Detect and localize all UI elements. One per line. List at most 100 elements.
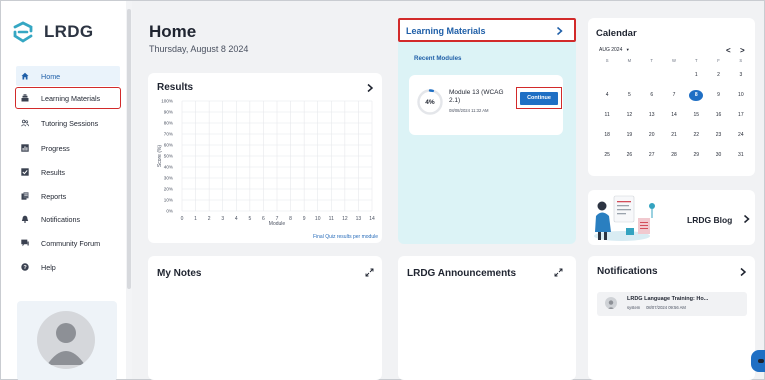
- caret-down-icon: ▼: [625, 47, 630, 52]
- calendar-day[interactable]: 26: [618, 145, 640, 165]
- page-date: Thursday, August 8 2024: [149, 44, 249, 54]
- book-stack-icon: [21, 94, 29, 102]
- calendar-day[interactable]: 23: [707, 125, 729, 145]
- sidebar-item-label: Community Forum: [41, 238, 101, 248]
- calendar-day[interactable]: 30: [707, 145, 729, 165]
- chat-widget-button[interactable]: [751, 350, 765, 372]
- notification-title: LRDG Language Training: Ho...: [627, 296, 709, 302]
- y-tick-label: 30%: [164, 176, 173, 181]
- sidebar-item-label: Progress: [41, 143, 70, 153]
- expand-icon[interactable]: [554, 268, 563, 277]
- calendar-day[interactable]: 9: [707, 85, 729, 105]
- continue-button[interactable]: Continue: [520, 91, 558, 105]
- x-tick-label: 3: [221, 216, 224, 222]
- calendar-day[interactable]: 31: [730, 145, 752, 165]
- calendar-day[interactable]: 16: [707, 105, 729, 125]
- calendar-day[interactable]: 6: [641, 85, 663, 105]
- avatar[interactable]: [37, 311, 95, 369]
- weekday-row: SMTWTFS: [596, 56, 752, 65]
- scrollbar-thumb[interactable]: [127, 9, 131, 289]
- notification-meta: system 08/07/2024 09:56 AM: [627, 305, 686, 310]
- calendar-day[interactable]: 21: [663, 125, 685, 145]
- announcements-title: LRDG Announcements: [407, 268, 517, 279]
- logo-text: LRDG: [44, 22, 94, 41]
- sidebar-item-progress[interactable]: Progress: [16, 138, 120, 158]
- weekday-label: F: [717, 58, 720, 63]
- calendar-day[interactable]: 24: [730, 125, 752, 145]
- chat-icon: [758, 359, 764, 363]
- y-tick-label: 90%: [164, 110, 173, 115]
- logo[interactable]: LRDG: [11, 20, 93, 44]
- calendar-day[interactable]: 18: [596, 125, 618, 145]
- logo-icon: [13, 21, 33, 43]
- notification-item[interactable]: LRDG Language Training: Ho... system 08/…: [597, 292, 747, 316]
- calendar-day[interactable]: 7: [663, 85, 685, 105]
- y-tick-label: 0%: [166, 209, 173, 214]
- calendar-day[interactable]: 4: [596, 85, 618, 105]
- bell-icon: [21, 215, 29, 223]
- calendar-day[interactable]: 11: [596, 105, 618, 125]
- expand-icon[interactable]: [365, 268, 374, 277]
- sidebar-scrollbar[interactable]: [126, 1, 132, 379]
- blog-title: LRDG Blog: [687, 215, 733, 225]
- sidebar-item-learning-materials[interactable]: Learning Materials: [15, 87, 121, 109]
- x-tick-label: 6: [262, 216, 265, 222]
- y-tick-label: 60%: [164, 143, 173, 148]
- calendar-day[interactable]: 10: [730, 85, 752, 105]
- forum-icon: [21, 239, 29, 247]
- chevron-right-icon[interactable]: [738, 267, 748, 277]
- calendar-day[interactable]: 22: [685, 125, 707, 145]
- x-tick-label: 2: [208, 216, 211, 222]
- calendar-day[interactable]: 3: [730, 65, 752, 85]
- sidebar-item-label: Notifications: [41, 214, 81, 224]
- prev-month-button[interactable]: <: [726, 46, 731, 55]
- notification-time: 08/07/2024 09:56 AM: [646, 305, 686, 310]
- sidebar-item-community-forum[interactable]: Community Forum: [16, 233, 120, 253]
- calendar-day[interactable]: 25: [596, 145, 618, 165]
- calendar-day[interactable]: 14: [663, 105, 685, 125]
- x-tick-label: 11: [329, 216, 334, 222]
- calendar-day[interactable]: 12: [618, 105, 640, 125]
- calendar-day[interactable]: 29: [685, 145, 707, 165]
- calendar-day[interactable]: 1: [685, 65, 707, 85]
- calendar-day[interactable]: 20: [641, 125, 663, 145]
- sidebar: LRDG Home Learning Materials Tutoring Se…: [1, 1, 126, 380]
- bar-chart-icon: [21, 144, 29, 152]
- notes-title: My Notes: [157, 268, 202, 279]
- y-tick-label: 40%: [164, 165, 173, 170]
- calendar-day[interactable]: 17: [730, 105, 752, 125]
- profile-card[interactable]: [17, 301, 117, 380]
- calendar-day[interactable]: 15: [685, 105, 707, 125]
- results-chart: 100%90%80%70%60%50%40%30%20%10%0%0 1 2 3 4 5 6…: [157, 99, 375, 227]
- sidebar-item-label: Help: [41, 262, 56, 272]
- chevron-right-icon: [557, 26, 563, 36]
- sidebar-item-home[interactable]: Home: [16, 66, 120, 86]
- calendar-day[interactable]: 27: [641, 145, 663, 165]
- sidebar-item-results[interactable]: Results: [16, 162, 120, 182]
- calendar-day[interactable]: 19: [618, 125, 640, 145]
- sidebar-item-label: Tutoring Sessions: [41, 118, 99, 128]
- calendar-day[interactable]: 13: [641, 105, 663, 125]
- calendar-day-selected[interactable]: 8: [685, 85, 707, 105]
- chart-caption[interactable]: Final Quiz results per module: [268, 234, 378, 240]
- calendar-card: Calendar AUG 2024 ▼ < > SMTWTFS123456789…: [588, 18, 755, 176]
- learning-materials-header[interactable]: Learning Materials: [398, 18, 576, 42]
- results-card: Results 100% 90% 80% 70% 60% 50% 40% 30% 20% 10% 0…: [148, 73, 382, 243]
- chevron-right-icon: [744, 214, 750, 224]
- x-tick-label: 13: [356, 216, 362, 222]
- sidebar-item-tutoring-sessions[interactable]: Tutoring Sessions: [16, 113, 120, 133]
- sidebar-item-help[interactable]: ? Help: [16, 257, 120, 277]
- next-month-button[interactable]: >: [740, 46, 745, 55]
- calendar-day[interactable]: 28: [663, 145, 685, 165]
- module-card[interactable]: 4% Module 13 (WCAG 2.1) 08/08/2024 11:32…: [409, 75, 563, 135]
- sidebar-item-notifications[interactable]: Notifications: [16, 209, 120, 229]
- avatar: [605, 297, 617, 309]
- blog-card[interactable]: LRDG Blog: [588, 190, 755, 245]
- calendar-empty-cell: [618, 65, 640, 85]
- calendar-day[interactable]: 5: [618, 85, 640, 105]
- page-title: Home: [149, 22, 197, 41]
- calendar-day[interactable]: 2: [707, 65, 729, 85]
- home-icon: [21, 72, 29, 80]
- month-select[interactable]: AUG 2024 ▼: [599, 47, 630, 53]
- sidebar-item-reports[interactable]: Reports: [16, 186, 120, 206]
